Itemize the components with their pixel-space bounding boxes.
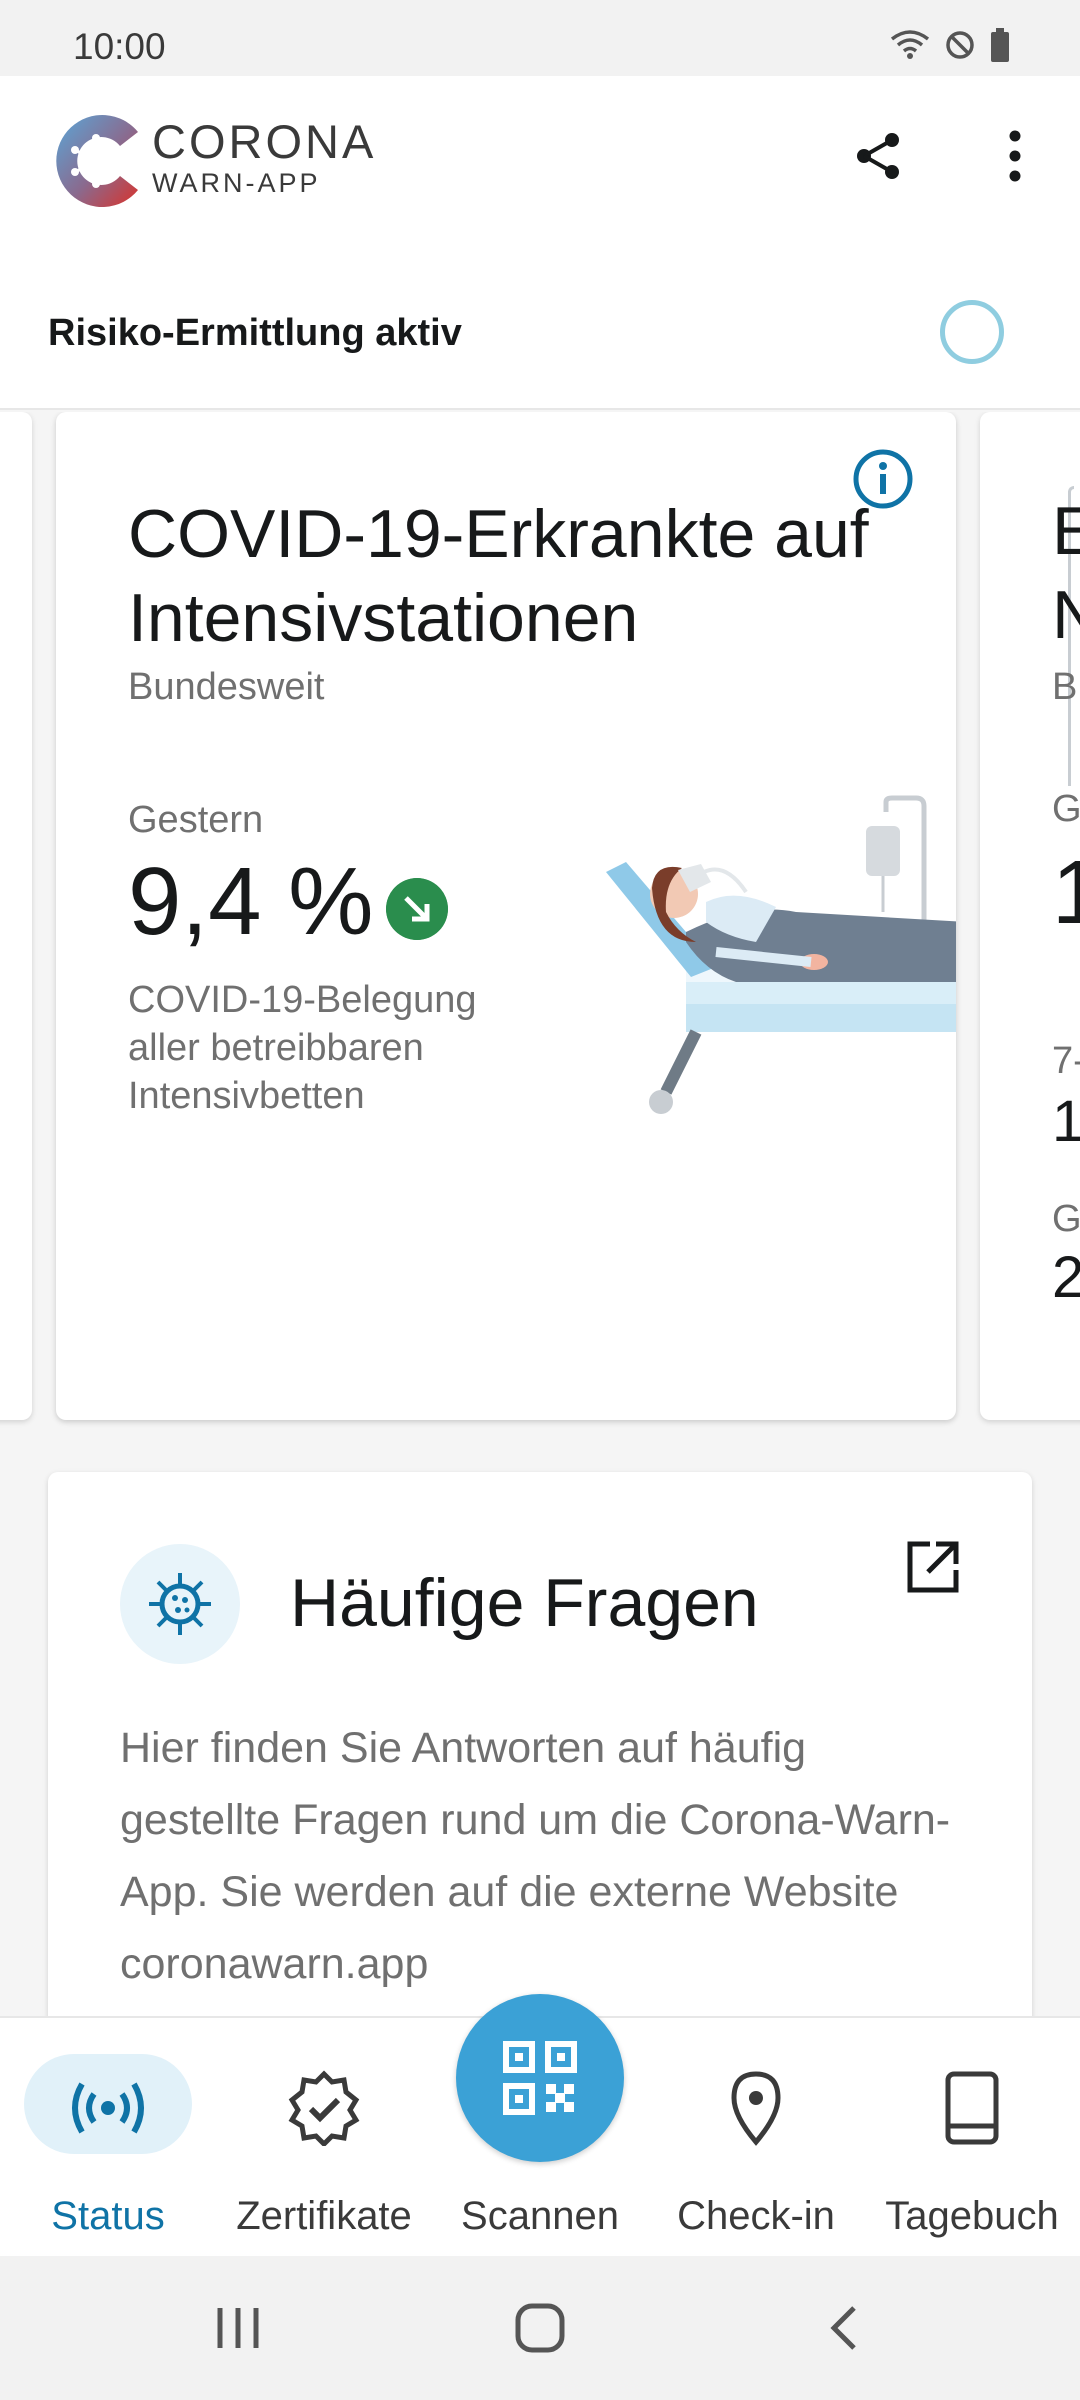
nav-checkin-label: Check-in <box>677 2194 835 2238</box>
card-title: COVID-19-Erkrankte auf Intensivstationen <box>128 496 869 656</box>
more-options-icon[interactable] <box>995 128 1035 184</box>
nav-status-label: Status <box>51 2194 165 2238</box>
nav-scan-label: Scannen <box>461 2194 619 2238</box>
card-period: Gestern <box>128 799 264 841</box>
next-card-row2-value: 2 <box>1052 1245 1080 1310</box>
app-bar: CORONA WARN-APP <box>0 76 1080 276</box>
logo-line-1: CORONA <box>152 115 377 168</box>
faq-title: Häufige Fragen <box>290 1565 759 1641</box>
share-icon[interactable] <box>850 128 906 184</box>
recent-apps-icon[interactable] <box>210 2300 266 2356</box>
icu-statistic-card[interactable]: COVID-19-Erkrankte auf Intensivstationen… <box>56 412 956 1420</box>
status-bar: 10:00 <box>0 0 1080 76</box>
status-time: 10:00 <box>73 26 166 67</box>
nav-diary[interactable]: Tagebuch <box>864 2018 1080 2258</box>
next-card-scope: B <box>1052 666 1078 708</box>
faq-icon-badge <box>120 1544 240 1664</box>
next-card-title-line-1: E <box>1052 493 1080 569</box>
next-card-row1-value: 1 <box>1052 1089 1080 1154</box>
corona-warn-app-logo <box>56 115 138 207</box>
back-icon[interactable] <box>818 2300 874 2356</box>
statistics-carousel[interactable]: COVID-19-Erkrankte auf Intensivstationen… <box>0 412 1080 1432</box>
nav-diary-label: Tagebuch <box>885 2194 1059 2238</box>
next-statistic-card[interactable]: E N B G 1 7- 1 G 2 <box>980 412 1080 1420</box>
nav-certificates-label: Zertifikate <box>236 2194 412 2238</box>
qr-code-icon <box>503 2041 577 2115</box>
next-card-value: 1 <box>1052 843 1080 943</box>
card-value: 9,4 % <box>128 848 374 955</box>
broadcast-icon <box>72 2082 144 2134</box>
next-card-title-line-2: N <box>1052 577 1080 653</box>
wifi-icon <box>890 30 930 59</box>
logo-line-2: WARN-APP <box>152 168 321 198</box>
trend-down-arrow-icon <box>386 878 448 940</box>
certificate-badge-icon <box>288 2070 360 2146</box>
card-description: COVID-19-Belegung aller betreibbaren Int… <box>128 979 477 1117</box>
risk-status-label: Risiko-Ermittlung aktiv <box>48 312 462 354</box>
risk-status-bar[interactable]: Risiko-Ermittlung aktiv <box>0 276 1080 410</box>
location-pin-icon <box>731 2071 781 2146</box>
status-icons <box>890 28 1010 62</box>
external-link-icon[interactable] <box>904 1538 962 1596</box>
do-not-disturb-icon <box>946 31 974 59</box>
scan-button[interactable] <box>456 1994 624 2162</box>
faq-card[interactable]: Häufige Fragen Hier finden Sie Antworten… <box>48 1472 1032 2032</box>
home-icon[interactable] <box>512 2300 568 2356</box>
icu-patient-illustration <box>606 795 956 1114</box>
previous-statistic-card[interactable] <box>0 412 32 1420</box>
system-navigation-bar <box>0 2256 1080 2400</box>
next-card-row1-label: 7- <box>1052 1040 1080 1082</box>
virus-icon <box>149 1573 211 1635</box>
card-scope: Bundesweit <box>128 666 325 708</box>
next-card-period: G <box>1052 788 1080 830</box>
logo-wordmark: CORONA WARN-APP <box>152 115 377 199</box>
battery-icon <box>991 28 1009 62</box>
nav-status[interactable]: Status <box>0 2018 216 2258</box>
risk-progress-indicator <box>940 300 1004 364</box>
next-card-row2-label: G <box>1052 1198 1080 1240</box>
nav-checkin[interactable]: Check-in <box>648 2018 864 2258</box>
faq-description: Hier finden Sie Antworten auf häufig ges… <box>120 1724 951 1988</box>
nav-certificates[interactable]: Zertifikate <box>216 2018 432 2258</box>
book-icon <box>945 2071 999 2145</box>
